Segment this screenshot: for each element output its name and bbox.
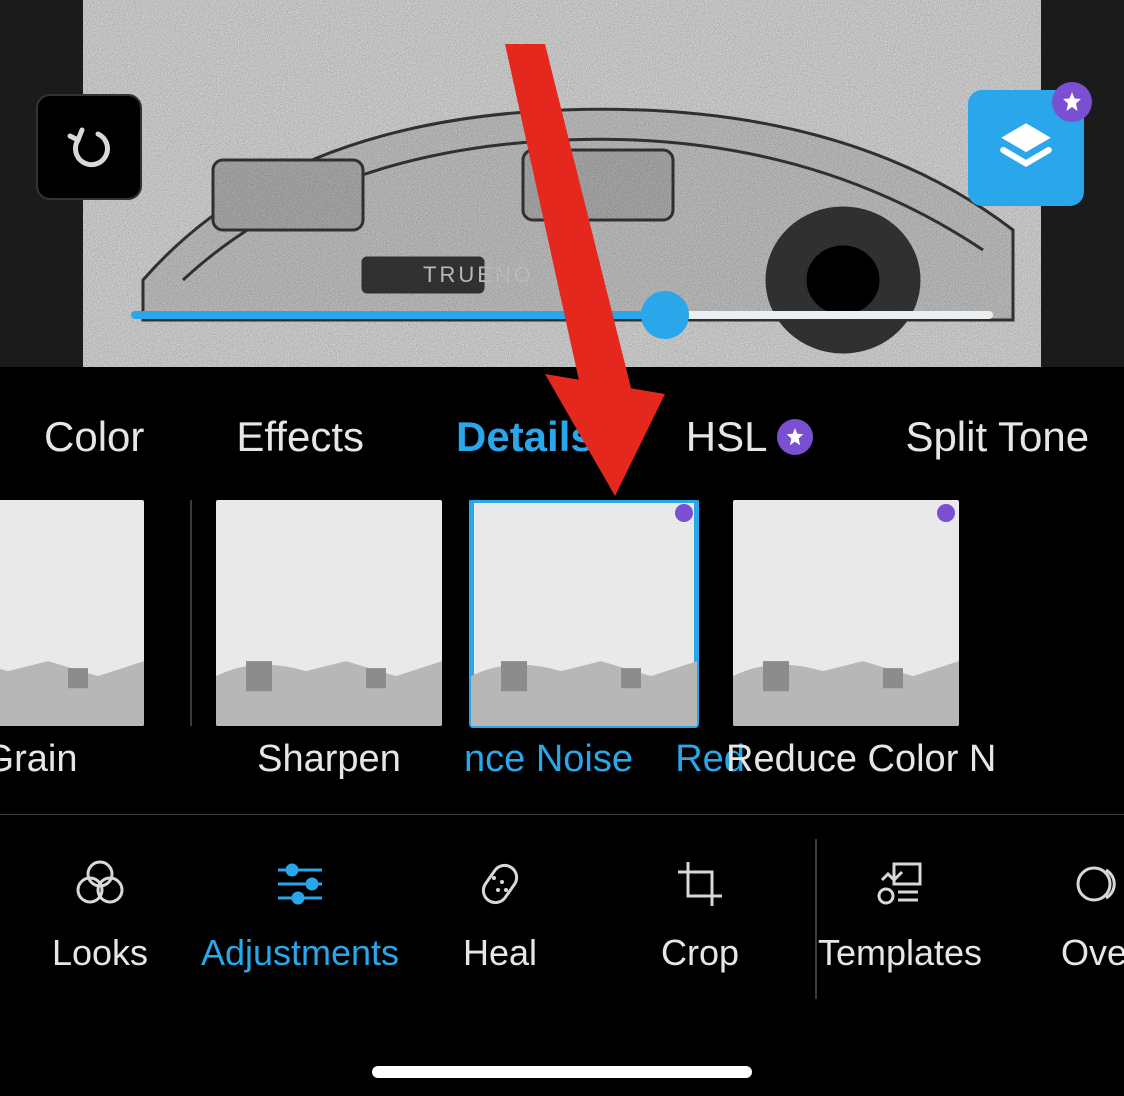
thumb-grain[interactable]: Grain bbox=[0, 500, 144, 781]
slider-handle[interactable] bbox=[641, 291, 689, 339]
thumb-reduce-color-noise[interactable]: Reduce Color N bbox=[726, 500, 966, 781]
tool-crop[interactable]: Crop bbox=[600, 815, 800, 1014]
thumb-preview bbox=[216, 500, 442, 726]
tool-label: Crop bbox=[661, 932, 739, 974]
layers-icon bbox=[993, 115, 1059, 181]
slider-track bbox=[131, 311, 993, 319]
looks-icon bbox=[72, 856, 128, 912]
premium-badge bbox=[675, 504, 693, 522]
tab-details[interactable]: Details bbox=[456, 413, 594, 461]
overlays-icon bbox=[1072, 856, 1124, 912]
tool-templates[interactable]: Templates bbox=[800, 815, 1000, 1014]
premium-badge bbox=[937, 504, 955, 522]
slider-fill bbox=[131, 311, 665, 319]
premium-badge bbox=[777, 419, 813, 455]
tool-label: Over bbox=[1061, 932, 1124, 974]
tool-heal[interactable]: Heal bbox=[400, 815, 600, 1014]
premium-badge bbox=[1052, 82, 1092, 122]
tool-overlays[interactable]: Over bbox=[1000, 815, 1124, 1014]
bottom-toolbar: Looks Adjustments Heal Crop Templates Over bbox=[0, 814, 1124, 1014]
tab-label: HSL bbox=[686, 413, 768, 461]
thumb-divider bbox=[190, 500, 192, 726]
toolbar-divider bbox=[815, 839, 817, 999]
templates-icon bbox=[872, 856, 928, 912]
undo-button[interactable] bbox=[36, 94, 142, 200]
thumb-preview bbox=[733, 500, 959, 726]
adjustments-icon bbox=[272, 856, 328, 912]
tab-split-tone[interactable]: Split Tone bbox=[905, 413, 1089, 461]
star-icon bbox=[784, 426, 806, 448]
adjustment-tabs: Color Effects Details HSL Split Tone bbox=[0, 400, 1124, 474]
thumb-preview bbox=[0, 500, 144, 726]
thumb-label: nce Noise Red bbox=[464, 738, 704, 781]
undo-icon bbox=[64, 122, 114, 172]
tab-label: Split Tone bbox=[905, 413, 1089, 461]
detail-thumbnails: Grain Sharpen nce Noise Red Reduce Color N bbox=[0, 500, 1124, 810]
tool-label: Heal bbox=[463, 932, 537, 974]
thumb-reduce-luminance-noise[interactable]: nce Noise Red bbox=[464, 500, 704, 781]
crop-icon bbox=[672, 856, 728, 912]
tab-effects[interactable]: Effects bbox=[236, 413, 364, 461]
layers-button[interactable] bbox=[968, 90, 1084, 206]
heal-icon bbox=[472, 856, 528, 912]
tab-color[interactable]: Color bbox=[44, 413, 144, 461]
tool-adjustments[interactable]: Adjustments bbox=[200, 815, 400, 1014]
tool-label: Adjustments bbox=[201, 932, 399, 974]
tab-label: Details bbox=[456, 413, 594, 461]
thumb-label: Sharpen bbox=[257, 738, 401, 781]
tab-label: Color bbox=[44, 413, 144, 461]
tab-label: Effects bbox=[236, 413, 364, 461]
thumb-label: Grain bbox=[0, 738, 77, 781]
tool-label: Templates bbox=[818, 932, 982, 974]
star-icon bbox=[1060, 90, 1084, 114]
tab-hsl[interactable]: HSL bbox=[686, 413, 814, 461]
editor-canvas: TRUENO bbox=[0, 0, 1124, 367]
thumb-sharpen[interactable]: Sharpen bbox=[216, 500, 442, 781]
thumb-label: Reduce Color N bbox=[726, 738, 966, 781]
home-indicator bbox=[372, 1066, 752, 1078]
adjustment-slider[interactable] bbox=[0, 260, 1124, 370]
tool-looks[interactable]: Looks bbox=[0, 815, 200, 1014]
tool-label: Looks bbox=[52, 932, 148, 974]
thumb-preview bbox=[471, 500, 697, 726]
